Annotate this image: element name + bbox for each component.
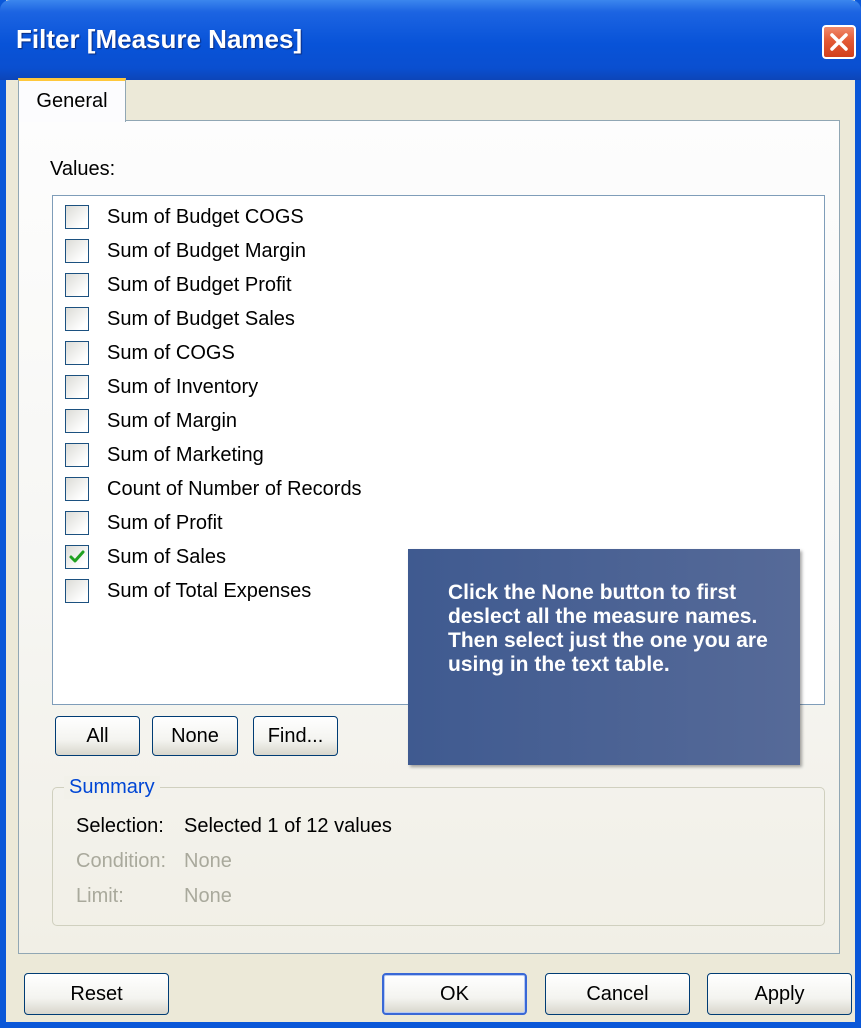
- list-item-label: Sum of Total Expenses: [107, 579, 312, 602]
- list-item[interactable]: Sum of Marketing: [65, 440, 264, 470]
- cancel-button-label: Cancel: [586, 982, 649, 1005]
- list-item-label: Sum of Budget Sales: [107, 307, 295, 330]
- dialog-title: Filter [Measure Names]: [16, 24, 303, 54]
- list-item[interactable]: Sum of Sales: [65, 542, 226, 572]
- apply-button[interactable]: Apply: [707, 973, 852, 1015]
- list-item-label: Sum of Margin: [107, 409, 238, 432]
- checkbox[interactable]: [65, 205, 89, 229]
- checkbox-checked[interactable]: [65, 545, 89, 569]
- condition-value: None: [184, 850, 232, 872]
- list-item-label: Sum of Budget Profit: [107, 273, 292, 296]
- list-item-label: Sum of Budget COGS: [107, 205, 304, 228]
- list-item[interactable]: Sum of Margin: [65, 406, 237, 436]
- all-button[interactable]: All: [55, 716, 140, 756]
- condition-label: Condition:: [76, 850, 167, 872]
- list-item-label: Sum of Profit: [107, 511, 223, 534]
- checkbox[interactable]: [65, 307, 89, 331]
- list-item-label: Sum of COGS: [107, 341, 235, 364]
- list-item[interactable]: Count of Number of Records: [65, 474, 362, 504]
- checkbox[interactable]: [65, 375, 89, 399]
- reset-button[interactable]: Reset: [24, 973, 169, 1015]
- checkbox[interactable]: [65, 239, 89, 263]
- apply-button-label: Apply: [754, 982, 805, 1005]
- list-item-label: Sum of Inventory: [107, 375, 259, 398]
- close-x-icon: [830, 33, 848, 51]
- ok-button[interactable]: OK: [382, 973, 527, 1015]
- instruction-callout: Click the None button to first deslect a…: [408, 549, 800, 765]
- list-item[interactable]: Sum of Budget Margin: [65, 236, 306, 266]
- list-item[interactable]: Sum of Total Expenses: [65, 576, 311, 606]
- tab-general-label: General: [36, 90, 108, 112]
- none-button-label: None: [171, 724, 219, 747]
- instruction-callout-text: Click the None button to first deslect a…: [448, 581, 768, 676]
- checkbox[interactable]: [65, 511, 89, 535]
- summary-group: [52, 787, 825, 926]
- find-button[interactable]: Find...: [253, 716, 338, 756]
- close-button[interactable]: [822, 25, 856, 59]
- find-button-label: Find...: [267, 724, 324, 747]
- list-item-label: Sum of Marketing: [107, 443, 264, 466]
- checkbox[interactable]: [65, 273, 89, 297]
- list-item[interactable]: Sum of COGS: [65, 338, 235, 368]
- limit-label: Limit:: [76, 885, 124, 907]
- none-button[interactable]: None: [152, 716, 238, 756]
- tab-general[interactable]: General: [18, 78, 126, 122]
- list-item[interactable]: Sum of Profit: [65, 508, 223, 538]
- list-item-label: Sum of Budget Margin: [107, 239, 306, 262]
- checkbox[interactable]: [65, 477, 89, 501]
- checkbox[interactable]: [65, 579, 89, 603]
- list-item[interactable]: Sum of Inventory: [65, 372, 258, 402]
- selection-label: Selection:: [76, 815, 164, 837]
- summary-legend: Summary: [64, 776, 160, 799]
- all-button-label: All: [86, 724, 109, 747]
- values-label: Values:: [50, 158, 116, 180]
- list-item[interactable]: Sum of Budget Sales: [65, 304, 295, 334]
- list-item[interactable]: Sum of Budget Profit: [65, 270, 292, 300]
- list-item-label: Sum of Sales: [107, 545, 226, 568]
- checkbox[interactable]: [65, 341, 89, 365]
- checkbox[interactable]: [65, 443, 89, 467]
- cancel-button[interactable]: Cancel: [545, 973, 690, 1015]
- checkmark-icon: [69, 550, 85, 563]
- list-item-label: Count of Number of Records: [107, 477, 362, 500]
- title-bar[interactable]: Filter [Measure Names]: [0, 0, 861, 80]
- list-item[interactable]: Sum of Budget COGS: [65, 202, 304, 232]
- selection-value: Selected 1 of 12 values: [184, 815, 392, 837]
- limit-value: None: [184, 885, 232, 907]
- reset-button-label: Reset: [70, 982, 123, 1005]
- ok-button-label: OK: [440, 982, 469, 1005]
- checkbox[interactable]: [65, 409, 89, 433]
